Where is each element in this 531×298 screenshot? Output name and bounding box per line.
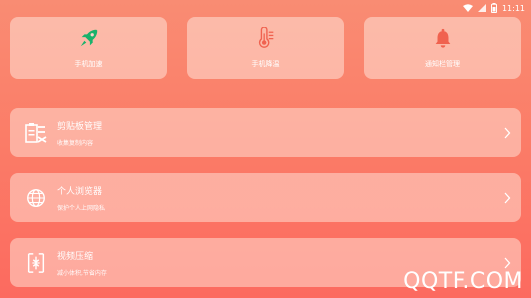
- chevron-right-icon: [504, 192, 511, 203]
- tile-label: 手机降温: [251, 60, 280, 68]
- row-subtitle: 减小体积,节省内存: [57, 269, 107, 277]
- tile-phone-boost[interactable]: 手机加速: [10, 17, 167, 79]
- signal-icon: [477, 4, 486, 12]
- thermometer-icon: [254, 26, 278, 50]
- bell-icon: [431, 26, 455, 50]
- tile-label: 手机加速: [74, 60, 103, 68]
- status-time: 11:11: [501, 3, 525, 13]
- chevron-right-icon: [504, 257, 511, 268]
- watermark: QQTF.COM: [403, 269, 523, 294]
- row-clipboard-manager[interactable]: 剪贴板管理 收集复制内容: [10, 108, 521, 157]
- row-subtitle: 收集复制内容: [57, 139, 94, 147]
- globe-icon: [23, 185, 49, 211]
- rocket-icon: [77, 26, 101, 50]
- battery-icon: [490, 3, 497, 13]
- row-subtitle: 保护个人上网隐私: [57, 204, 106, 212]
- clipboard-icon: [23, 120, 49, 146]
- tile-notification-manager[interactable]: 通知栏管理: [364, 17, 521, 79]
- row-title: 剪贴板管理: [57, 121, 103, 132]
- tile-phone-cooldown[interactable]: 手机降温: [187, 17, 344, 79]
- chevron-right-icon: [504, 127, 511, 138]
- row-title: 个人浏览器: [57, 186, 103, 197]
- tile-label: 通知栏管理: [425, 60, 460, 68]
- compress-icon: [23, 250, 49, 276]
- status-bar: 11:11: [462, 0, 525, 16]
- row-title: 视频压缩: [57, 251, 94, 262]
- wifi-icon: [462, 4, 473, 12]
- row-personal-browser[interactable]: 个人浏览器 保护个人上网隐私: [10, 173, 521, 222]
- quick-tools: 手机加速 手机降温 通知栏管理: [10, 17, 521, 79]
